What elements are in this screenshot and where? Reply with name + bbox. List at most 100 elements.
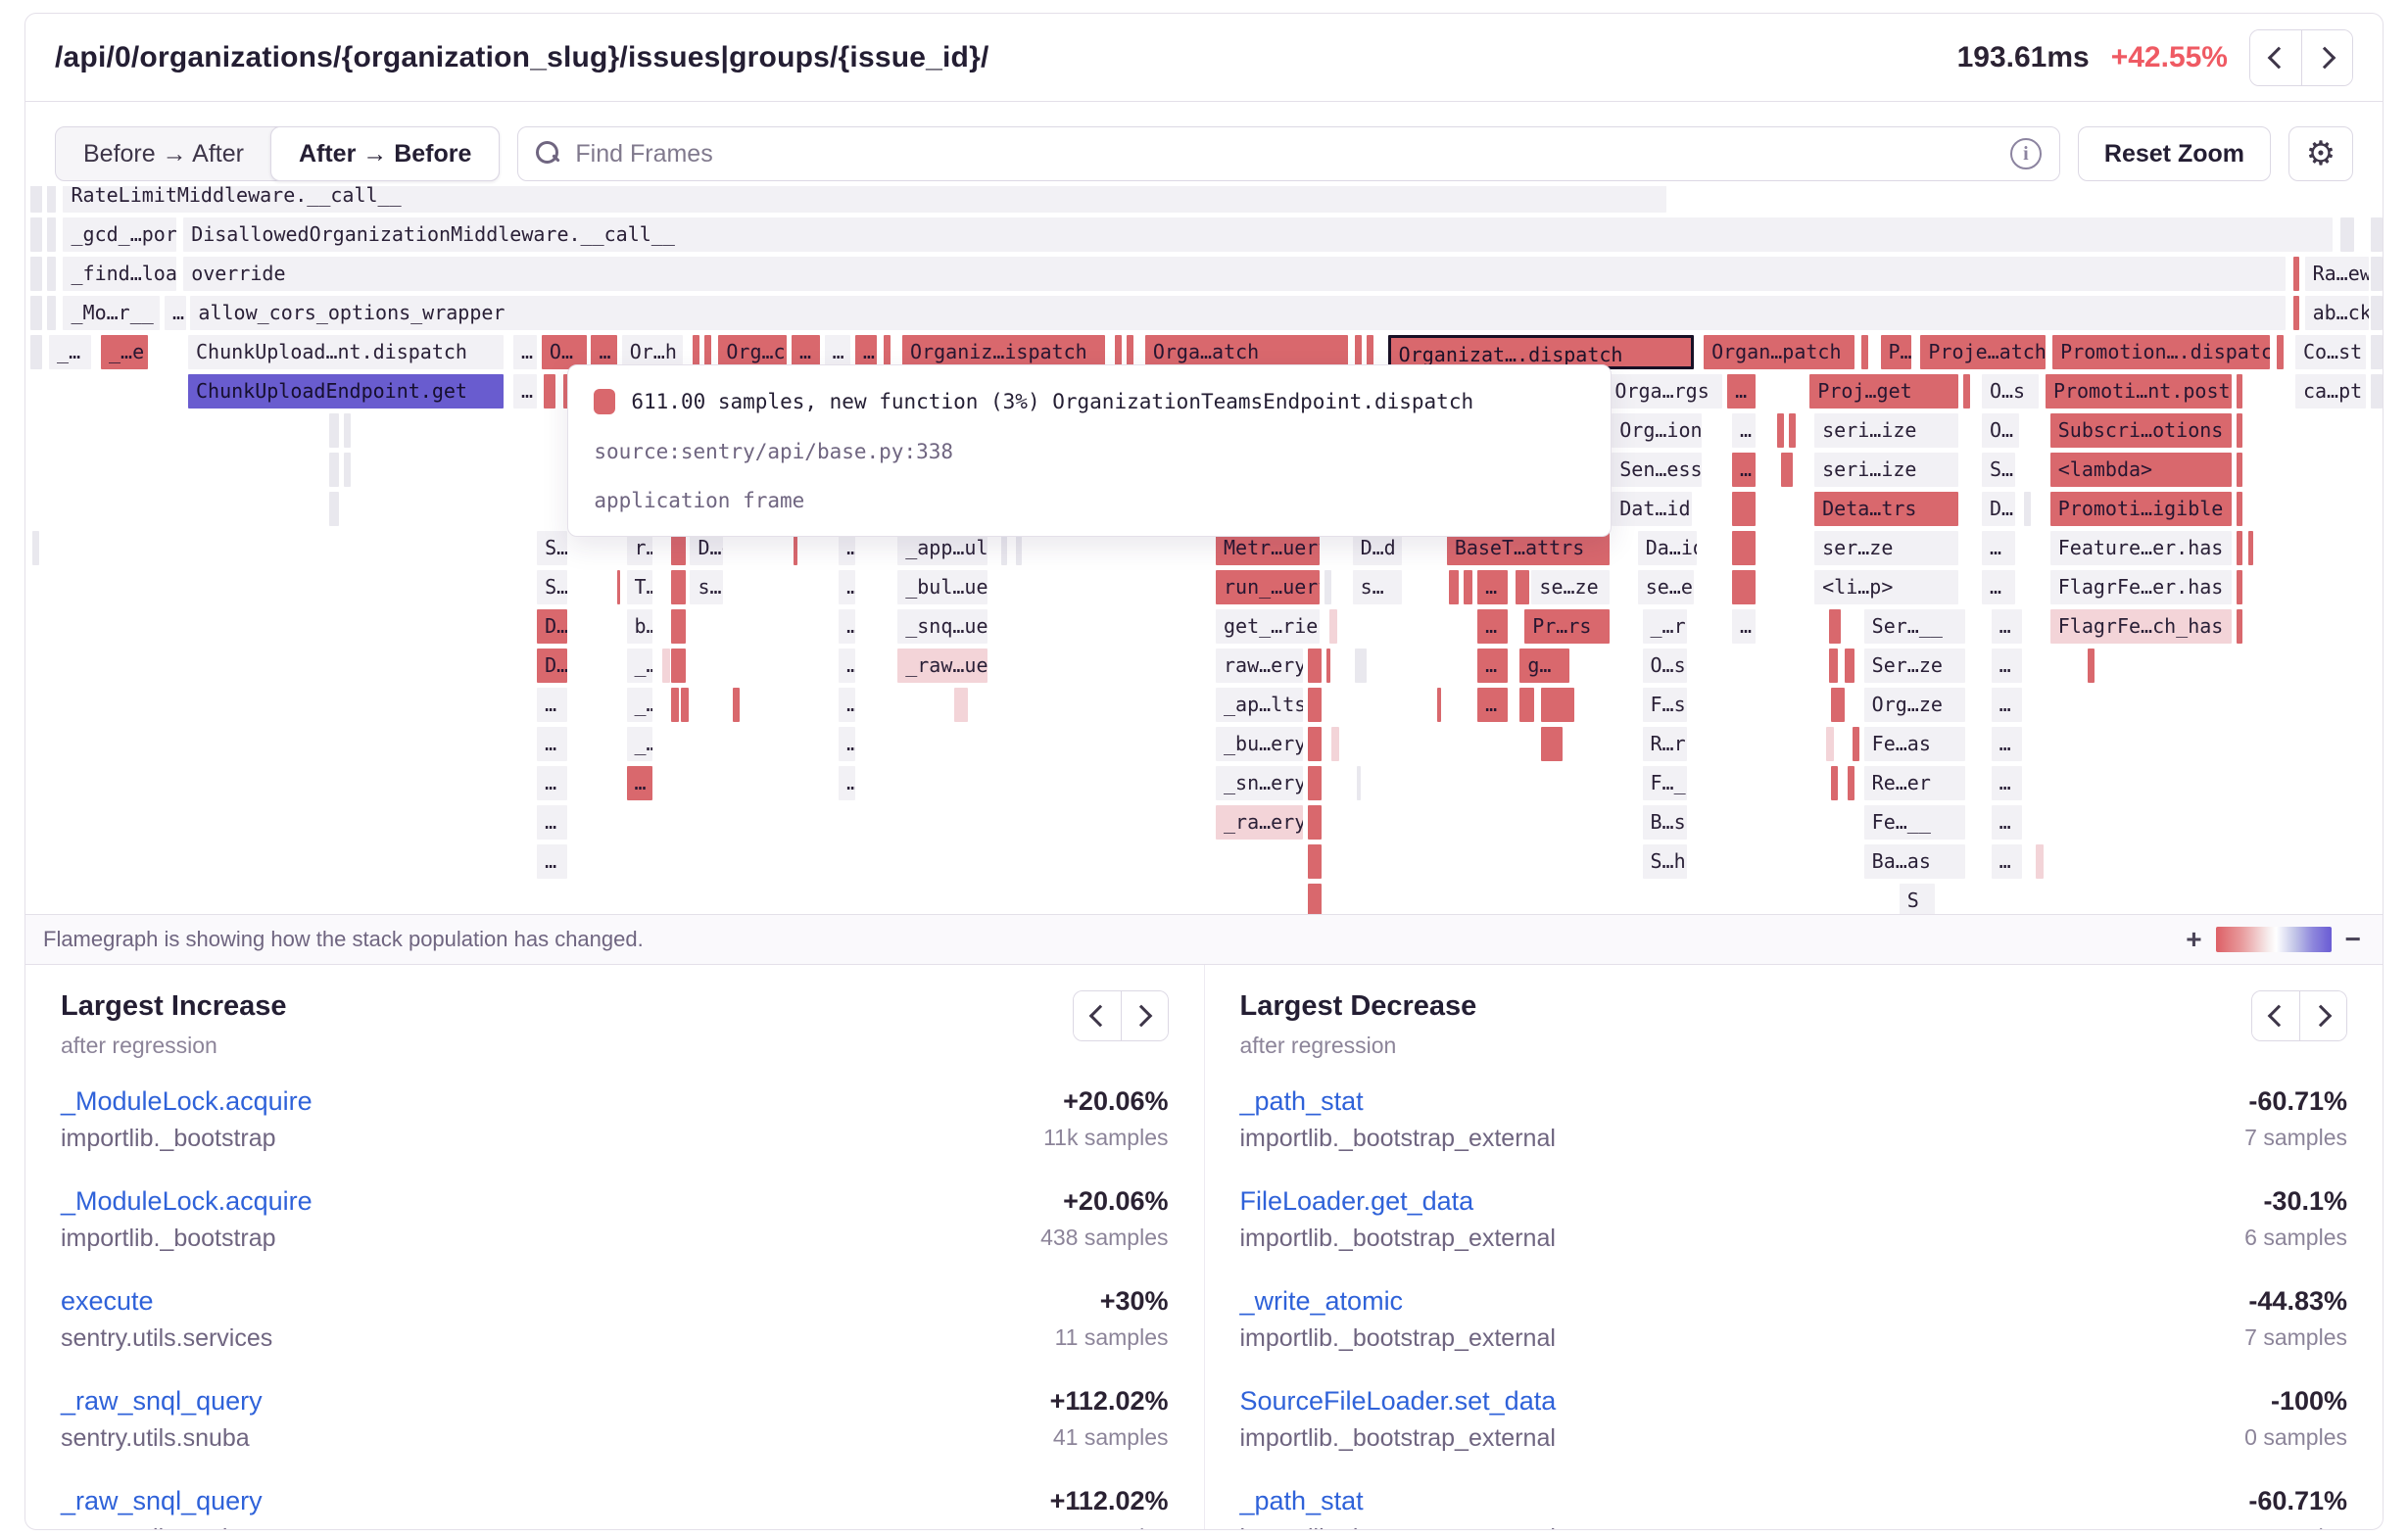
flame-frame[interactable]: …	[513, 335, 537, 369]
flame-frame[interactable]: …	[1732, 413, 1756, 448]
flame-frame[interactable]: override	[183, 257, 2286, 291]
frame-function-link[interactable]: _ModuleLock.acquire	[61, 1186, 313, 1217]
flame-frame[interactable]	[329, 413, 339, 448]
flame-frame[interactable]: …	[1477, 609, 1508, 644]
flame-frame[interactable]: D…	[1982, 492, 2015, 526]
reset-zoom-button[interactable]: Reset Zoom	[2078, 126, 2271, 181]
flame-frame[interactable]: O…s	[1643, 649, 1688, 683]
frame-function-link[interactable]: _path_stat	[1240, 1486, 1556, 1516]
flame-frame[interactable]	[617, 570, 621, 604]
flame-frame[interactable]: O…	[1982, 413, 2019, 448]
flame-frame[interactable]	[344, 453, 351, 487]
flame-frame[interactable]: raw…ery	[1216, 649, 1303, 683]
flame-frame[interactable]: Proj…get	[1809, 374, 1958, 409]
flame-frame[interactable]: Da…id	[1638, 531, 1697, 565]
flame-frame[interactable]: …	[537, 766, 567, 800]
flame-frame[interactable]: B…s	[1643, 805, 1688, 840]
flame-frame[interactable]: Organ…patch	[1704, 335, 1854, 369]
flame-frame[interactable]	[1519, 688, 1533, 722]
flame-frame[interactable]	[671, 609, 685, 644]
flame-frame[interactable]: …	[839, 649, 855, 683]
flame-frame[interactable]: Orga…rgs	[1607, 374, 1722, 409]
flame-frame[interactable]: D…	[537, 609, 567, 644]
frame-function-link[interactable]: _path_stat	[1240, 1086, 1556, 1117]
flame-frame[interactable]	[2340, 217, 2354, 252]
flame-frame[interactable]: _…e	[101, 335, 148, 369]
flame-frame[interactable]	[2088, 649, 2095, 683]
decrease-next-button[interactable]	[2299, 991, 2346, 1040]
flamegraph[interactable]: 611.00 samples, new function (3%) Organi…	[25, 186, 2383, 914]
flame-frame[interactable]: Ser…ze	[1864, 649, 1965, 683]
flame-frame[interactable]: _bul…uery	[897, 570, 987, 604]
flame-frame[interactable]	[954, 688, 968, 722]
flame-frame[interactable]: F…_	[1643, 766, 1688, 800]
flame-frame[interactable]	[1464, 570, 1473, 604]
flame-frame[interactable]	[1829, 609, 1841, 644]
flame-frame[interactable]: …	[537, 727, 567, 761]
flame-frame[interactable]: …	[1992, 609, 2022, 644]
flame-frame[interactable]: ca…pt	[2295, 374, 2366, 409]
flame-frame[interactable]	[2371, 335, 2383, 369]
info-icon[interactable]: i	[2010, 138, 2042, 169]
flame-frame[interactable]: seri…ize	[1814, 413, 1958, 448]
next-transaction-button[interactable]	[2301, 30, 2352, 85]
flame-frame[interactable]: …	[537, 805, 567, 840]
prev-transaction-button[interactable]	[2250, 30, 2301, 85]
flame-frame[interactable]	[544, 374, 555, 409]
flame-frame[interactable]	[1449, 570, 1459, 604]
flame-frame[interactable]: …	[1477, 688, 1508, 722]
flame-frame[interactable]	[47, 257, 57, 291]
flame-frame[interactable]	[2237, 570, 2242, 604]
flame-frame[interactable]: …	[537, 844, 567, 879]
flame-frame[interactable]: …	[1992, 805, 2022, 840]
flame-frame[interactable]: D…	[537, 649, 567, 683]
flame-frame[interactable]: Promotion….dispatch	[2052, 335, 2269, 369]
flame-frame[interactable]: ser…ze	[1814, 531, 1958, 565]
flame-frame[interactable]	[1308, 805, 1322, 840]
flame-frame[interactable]	[2293, 296, 2299, 330]
flame-frame[interactable]	[1732, 492, 1756, 526]
flame-frame[interactable]	[47, 296, 57, 330]
frame-function-link[interactable]: _write_atomic	[1240, 1286, 1556, 1317]
frame-function-link[interactable]: SourceFileLoader.set_data	[1240, 1386, 1557, 1417]
flame-frame[interactable]: _raw…uery	[897, 649, 987, 683]
flame-frame[interactable]: seri…ize	[1814, 453, 1958, 487]
page-title[interactable]: /api/0/organizations/{organization_slug}…	[55, 41, 988, 74]
flame-frame[interactable]	[329, 492, 339, 526]
flame-frame[interactable]: _…	[627, 727, 652, 761]
flame-frame[interactable]	[1308, 844, 1322, 879]
flame-frame[interactable]	[30, 186, 42, 213]
flame-frame[interactable]	[2237, 609, 2242, 644]
flame-frame[interactable]: allow_cors_options_wrapper	[190, 296, 2286, 330]
flame-frame[interactable]	[671, 570, 685, 604]
flame-frame[interactable]	[1329, 609, 1337, 644]
flame-frame[interactable]: _Mo…r__	[63, 296, 160, 330]
flame-frame[interactable]	[1777, 413, 1784, 448]
flame-frame[interactable]	[1308, 688, 1322, 722]
flame-frame[interactable]: _snq…uery	[897, 609, 987, 644]
flame-frame[interactable]: FlagrFe…er.has	[2050, 570, 2232, 604]
after-before-option[interactable]: After → Before	[270, 126, 500, 181]
flame-frame[interactable]	[1781, 453, 1793, 487]
flame-frame[interactable]: …	[1727, 374, 1756, 409]
flame-frame[interactable]: s…	[1353, 570, 1403, 604]
flame-frame[interactable]	[1732, 531, 1756, 565]
flame-frame[interactable]	[1853, 727, 1859, 761]
flame-frame[interactable]	[1732, 570, 1756, 604]
flame-frame[interactable]: RateLimitMiddleware.__call__	[63, 186, 1665, 213]
flame-frame[interactable]: Sen…ess	[1612, 453, 1701, 487]
flame-frame[interactable]	[1861, 335, 1868, 369]
flame-frame[interactable]	[30, 217, 42, 252]
settings-button[interactable]: ⚙	[2288, 126, 2353, 181]
flame-frame[interactable]: Promoti…igible	[2050, 492, 2232, 526]
flame-frame[interactable]: Re…er	[1864, 766, 1965, 800]
flame-frame[interactable]: R…r	[1643, 727, 1688, 761]
flame-frame[interactable]	[47, 217, 57, 252]
flame-frame[interactable]	[662, 649, 670, 683]
flame-frame[interactable]: …	[839, 766, 855, 800]
flame-frame[interactable]	[2293, 257, 2299, 291]
flame-frame[interactable]: FlagrFe…ch_has	[2050, 609, 2232, 644]
flame-frame[interactable]	[2371, 217, 2383, 252]
flame-frame[interactable]: …	[1732, 453, 1756, 487]
flame-frame[interactable]: s…	[690, 570, 723, 604]
